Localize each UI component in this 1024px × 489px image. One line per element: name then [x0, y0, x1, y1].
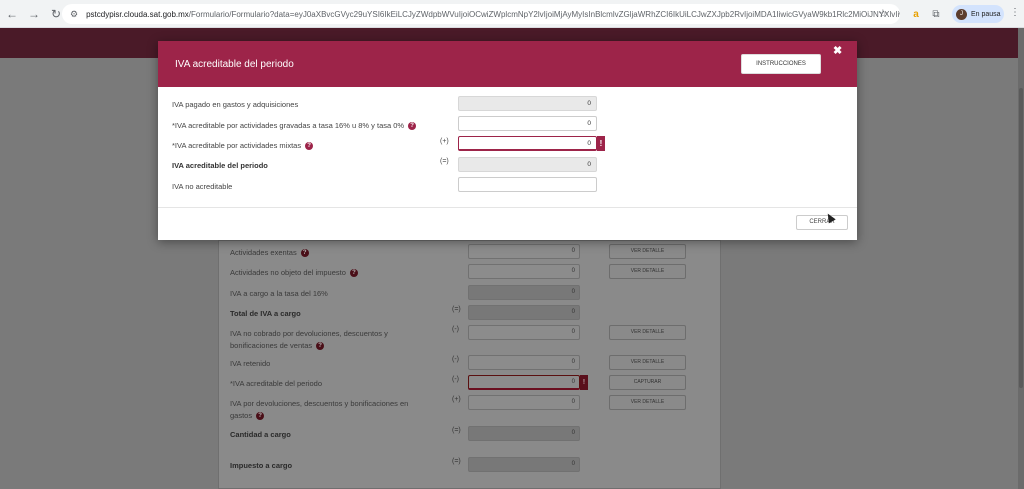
bg-input-total-iva: 0 [468, 305, 580, 320]
bookmark-star-icon[interactable]: ☆ [878, 7, 888, 20]
avatar: J [956, 8, 967, 20]
bg-input-no-objeto[interactable]: 0 [468, 264, 580, 279]
scrollbar-thumb[interactable] [1019, 88, 1023, 388]
bg-row-label: *IVA acreditable del periodo [230, 379, 323, 388]
browser-toolbar: ← → ↻ ⚙ pstcdypisr.clouda.sat.gob.mx /Fo… [0, 0, 1024, 28]
close-icon[interactable]: ✖ [833, 44, 842, 57]
instrucciones-button[interactable]: INSTRUCCIONES [741, 54, 821, 74]
capturar-button[interactable]: CAPTURAR [609, 375, 686, 390]
operator-sign: (-) [452, 326, 459, 333]
amazon-extension-icon[interactable]: a [908, 6, 924, 22]
operator-sign: (=) [452, 306, 461, 313]
extensions-icon[interactable]: ⧉ [928, 6, 944, 22]
bg-row-label: Impuesto a cargo [230, 461, 293, 470]
bg-row-label: IVA no cobrado por devoluciones, descuen… [230, 329, 388, 351]
bg-input-actividades-exentas[interactable]: 0 [468, 244, 580, 259]
help-icon[interactable]: ? [349, 269, 358, 278]
dialog-divider [158, 207, 857, 208]
operator-sign: (=) [452, 427, 461, 434]
address-bar[interactable]: ⚙ pstcdypisr.clouda.sat.gob.mx /Formular… [62, 4, 900, 24]
field-label: *IVA acreditable por actividades mixtas? [172, 141, 314, 151]
iva-acreditable-dialog: IVA acreditable del periodo INSTRUCCIONE… [158, 41, 857, 240]
bg-input-iva-no-cobrado[interactable]: 0 [468, 325, 580, 340]
url-path: /Formulario/Formulario?data=eyJ0aXBvcGVy… [188, 9, 900, 19]
error-flag-icon: ! [597, 136, 605, 151]
ver-detalle-button[interactable]: VER DETALLE [609, 264, 686, 279]
operator-sign: (-) [452, 356, 459, 363]
operator-sign: (+) [452, 396, 461, 403]
ver-detalle-button[interactable]: VER DETALLE [609, 325, 686, 340]
dialog-title: IVA acreditable del periodo [175, 59, 294, 70]
operator-sign: (+) [440, 138, 449, 145]
iva-pagado-input: 0 [458, 96, 597, 111]
bg-row-label: Total de IVA a cargo [230, 309, 301, 318]
field-label: IVA pagado en gastos y adquisiciones [172, 100, 299, 109]
operator-sign: (=) [452, 458, 461, 465]
bg-row-label: IVA por devoluciones, descuentos y bonif… [230, 399, 409, 421]
operator-sign: (-) [452, 376, 459, 383]
bg-row-label: Cantidad a cargo [230, 430, 291, 439]
bg-input-cantidad-cargo: 0 [468, 426, 580, 441]
bg-input-iva-retenido[interactable]: 0 [468, 355, 580, 370]
iva-mixtas-input[interactable]: 0 [458, 136, 597, 151]
operator-sign: (=) [440, 158, 449, 165]
back-icon[interactable]: ← [2, 4, 22, 24]
ver-detalle-button[interactable]: VER DETALLE [609, 395, 686, 410]
iva-gravadas-input[interactable]: 0 [458, 116, 597, 131]
field-label: IVA acreditable del periodo [172, 161, 268, 170]
iva-no-acreditable-input[interactable] [458, 177, 597, 192]
bg-row-label: IVA retenido [230, 359, 271, 368]
scrollbar[interactable] [1018, 28, 1024, 489]
bg-input-iva-devoluciones[interactable]: 0 [468, 395, 580, 410]
bg-row-label: Actividades no objeto del impuesto? [230, 268, 358, 278]
bg-input-iva-16: 0 [468, 285, 580, 300]
field-label: *IVA acreditable por actividades gravada… [172, 121, 417, 131]
help-icon[interactable]: ? [305, 142, 314, 151]
profile-button[interactable]: J En pausa [952, 5, 1004, 23]
iva-acreditable-periodo-input: 0 [458, 157, 597, 172]
error-flag-icon: ! [580, 375, 588, 390]
help-icon[interactable]: ? [316, 342, 325, 351]
bg-row-label: IVA a cargo a la tasa del 16% [230, 289, 328, 298]
more-menu-icon[interactable]: ⋮ [1010, 7, 1020, 18]
ver-detalle-button[interactable]: VER DETALLE [609, 244, 686, 259]
ver-detalle-button[interactable]: VER DETALLE [609, 355, 686, 370]
field-label: IVA no acreditable [172, 182, 233, 191]
bg-input-impuesto-cargo: 0 [468, 457, 580, 472]
forward-icon[interactable]: → [24, 4, 44, 24]
help-icon[interactable]: ? [408, 122, 417, 131]
profile-status: En pausa [971, 10, 1001, 18]
dialog-header: IVA acreditable del periodo INSTRUCCIONE… [158, 41, 857, 87]
bg-input-iva-acreditable[interactable]: 0 [468, 375, 580, 390]
help-icon[interactable]: ? [300, 249, 309, 258]
help-icon[interactable]: ? [256, 412, 265, 421]
site-info-icon[interactable]: ⚙ [70, 9, 78, 20]
cerrar-button[interactable]: CERRAR [796, 215, 848, 230]
bg-row-label: Actividades exentas? [230, 248, 309, 258]
url-host: pstcdypisr.clouda.sat.gob.mx [86, 9, 189, 19]
